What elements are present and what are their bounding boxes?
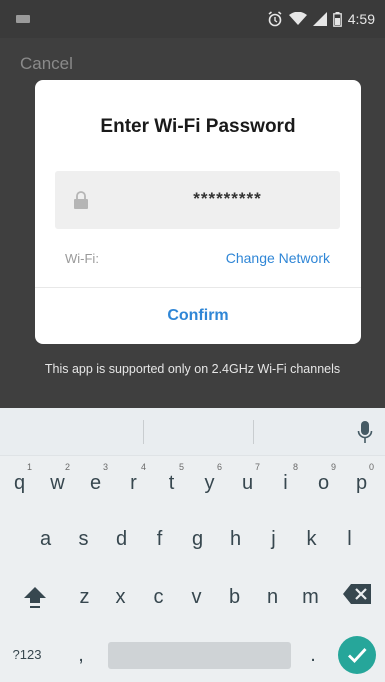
- key-d[interactable]: d: [103, 512, 140, 566]
- symbols-key[interactable]: ?123: [0, 628, 54, 682]
- support-note: This app is supported only on 2.4GHz Wi-…: [44, 362, 341, 376]
- key-l[interactable]: l: [331, 512, 368, 566]
- key-e[interactable]: e3: [77, 456, 114, 510]
- key-r[interactable]: r4: [115, 456, 152, 510]
- key-label: y: [204, 472, 215, 494]
- mic-icon[interactable]: [357, 420, 373, 444]
- key-w[interactable]: w2: [39, 456, 76, 510]
- status-bar: 4:59: [0, 0, 385, 38]
- key-label: w: [50, 472, 65, 494]
- status-icons: 4:59: [267, 11, 375, 27]
- status-time: 4:59: [347, 11, 375, 27]
- key-p[interactable]: p0: [343, 456, 380, 510]
- key-k[interactable]: k: [293, 512, 330, 566]
- wifi-icon: [288, 12, 307, 25]
- signal-icon: [312, 12, 327, 26]
- cancel-button[interactable]: Cancel: [20, 54, 73, 74]
- key-x[interactable]: x: [102, 570, 139, 624]
- battery-icon: [332, 11, 342, 27]
- shift-icon: [24, 587, 46, 608]
- key-hint: 3: [102, 462, 108, 472]
- key-label: o: [317, 472, 330, 494]
- key-hint: 4: [140, 462, 146, 472]
- key-hint: 9: [330, 462, 336, 472]
- key-f[interactable]: f: [141, 512, 178, 566]
- key-label: i: [283, 472, 288, 494]
- key-label: t: [168, 472, 175, 494]
- check-icon: [348, 648, 367, 664]
- comma-key[interactable]: ,: [66, 628, 96, 682]
- key-s[interactable]: s: [65, 512, 102, 566]
- key-m[interactable]: m: [292, 570, 329, 624]
- shift-key[interactable]: [16, 570, 53, 624]
- period-key[interactable]: .: [298, 628, 328, 682]
- dialog-title: Enter Wi-Fi Password: [100, 116, 296, 137]
- change-network-link[interactable]: Change Network: [226, 250, 330, 266]
- keyboard-row-4: ?123 , .: [0, 628, 385, 682]
- key-label: q: [13, 472, 26, 494]
- key-j[interactable]: j: [255, 512, 292, 566]
- wifi-label: Wi-Fi:: [65, 251, 99, 266]
- key-label: u: [241, 472, 254, 494]
- space-key[interactable]: [108, 642, 291, 669]
- wifi-password-dialog: Enter Wi-Fi Password ********* Wi-Fi: Ch…: [35, 80, 361, 344]
- key-u[interactable]: u7: [229, 456, 266, 510]
- backspace-key[interactable]: [338, 570, 375, 624]
- key-q[interactable]: q1: [1, 456, 38, 510]
- lock-icon: [74, 191, 88, 209]
- key-h[interactable]: h: [217, 512, 254, 566]
- notification-icon: [16, 15, 30, 23]
- key-o[interactable]: o9: [305, 456, 342, 510]
- key-hint: 1: [26, 462, 32, 472]
- key-hint: 2: [64, 462, 70, 472]
- soft-keyboard: q1 w2 e3 r4 t5 y6 u7 i8 o9 p0 a s d f g …: [0, 408, 385, 682]
- key-z[interactable]: z: [66, 570, 103, 624]
- keyboard-row-3: z x c v b n m: [0, 570, 385, 624]
- key-hint: 6: [216, 462, 222, 472]
- alarm-icon: [268, 11, 282, 27]
- key-c[interactable]: c: [140, 570, 177, 624]
- key-label: p: [355, 472, 368, 494]
- key-g[interactable]: g: [179, 512, 216, 566]
- suggestion-separator: [253, 420, 254, 444]
- password-value: *********: [193, 189, 262, 208]
- key-n[interactable]: n: [254, 570, 291, 624]
- key-hint: 0: [368, 462, 374, 472]
- enter-key[interactable]: [338, 636, 376, 674]
- backspace-icon: [343, 584, 371, 604]
- key-t[interactable]: t5: [153, 456, 190, 510]
- password-input[interactable]: *********: [55, 171, 340, 229]
- key-i[interactable]: i8: [267, 456, 304, 510]
- suggestion-bar: [0, 408, 385, 456]
- key-b[interactable]: b: [216, 570, 253, 624]
- key-a[interactable]: a: [27, 512, 64, 566]
- key-hint: 5: [178, 462, 184, 472]
- app-bar: Cancel: [0, 38, 385, 78]
- suggestion-separator: [143, 420, 144, 444]
- key-label: e: [89, 472, 102, 494]
- keyboard-row-1: q1 w2 e3 r4 t5 y6 u7 i8 o9 p0: [0, 456, 385, 510]
- key-hint: 8: [292, 462, 298, 472]
- key-hint: 7: [254, 462, 260, 472]
- key-y[interactable]: y6: [191, 456, 228, 510]
- key-v[interactable]: v: [178, 570, 215, 624]
- key-label: r: [130, 472, 137, 494]
- confirm-button[interactable]: Confirm: [35, 288, 361, 344]
- keyboard-row-2: a s d f g h j k l: [0, 512, 385, 566]
